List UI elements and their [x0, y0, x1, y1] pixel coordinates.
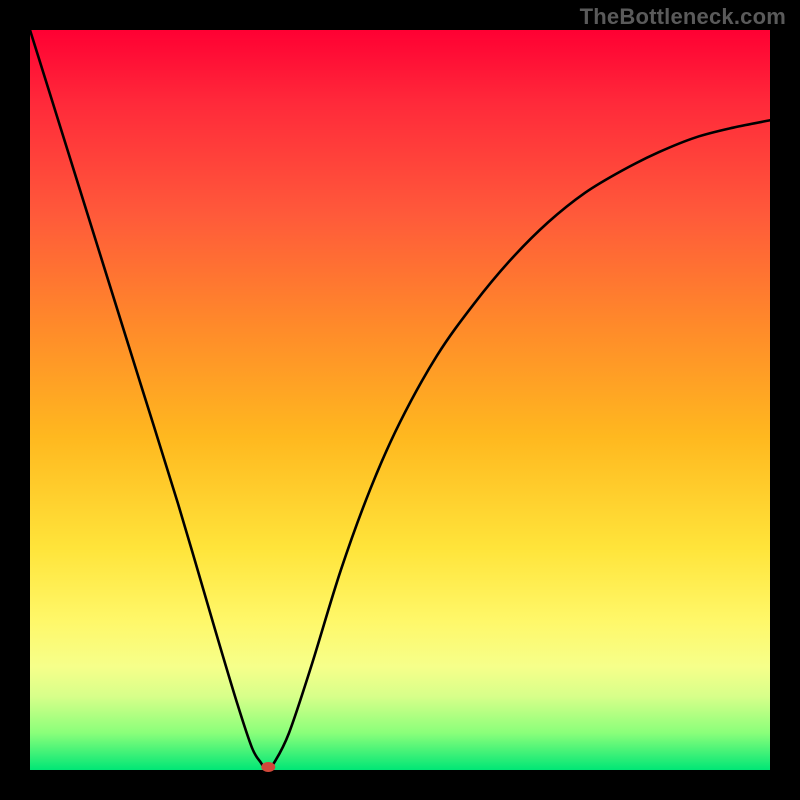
chart-svg — [30, 30, 770, 770]
chart-frame: TheBottleneck.com — [0, 0, 800, 800]
attribution-text: TheBottleneck.com — [580, 4, 786, 30]
minimum-marker — [261, 762, 275, 772]
bottleneck-curve — [30, 30, 770, 770]
plot-area — [30, 30, 770, 770]
